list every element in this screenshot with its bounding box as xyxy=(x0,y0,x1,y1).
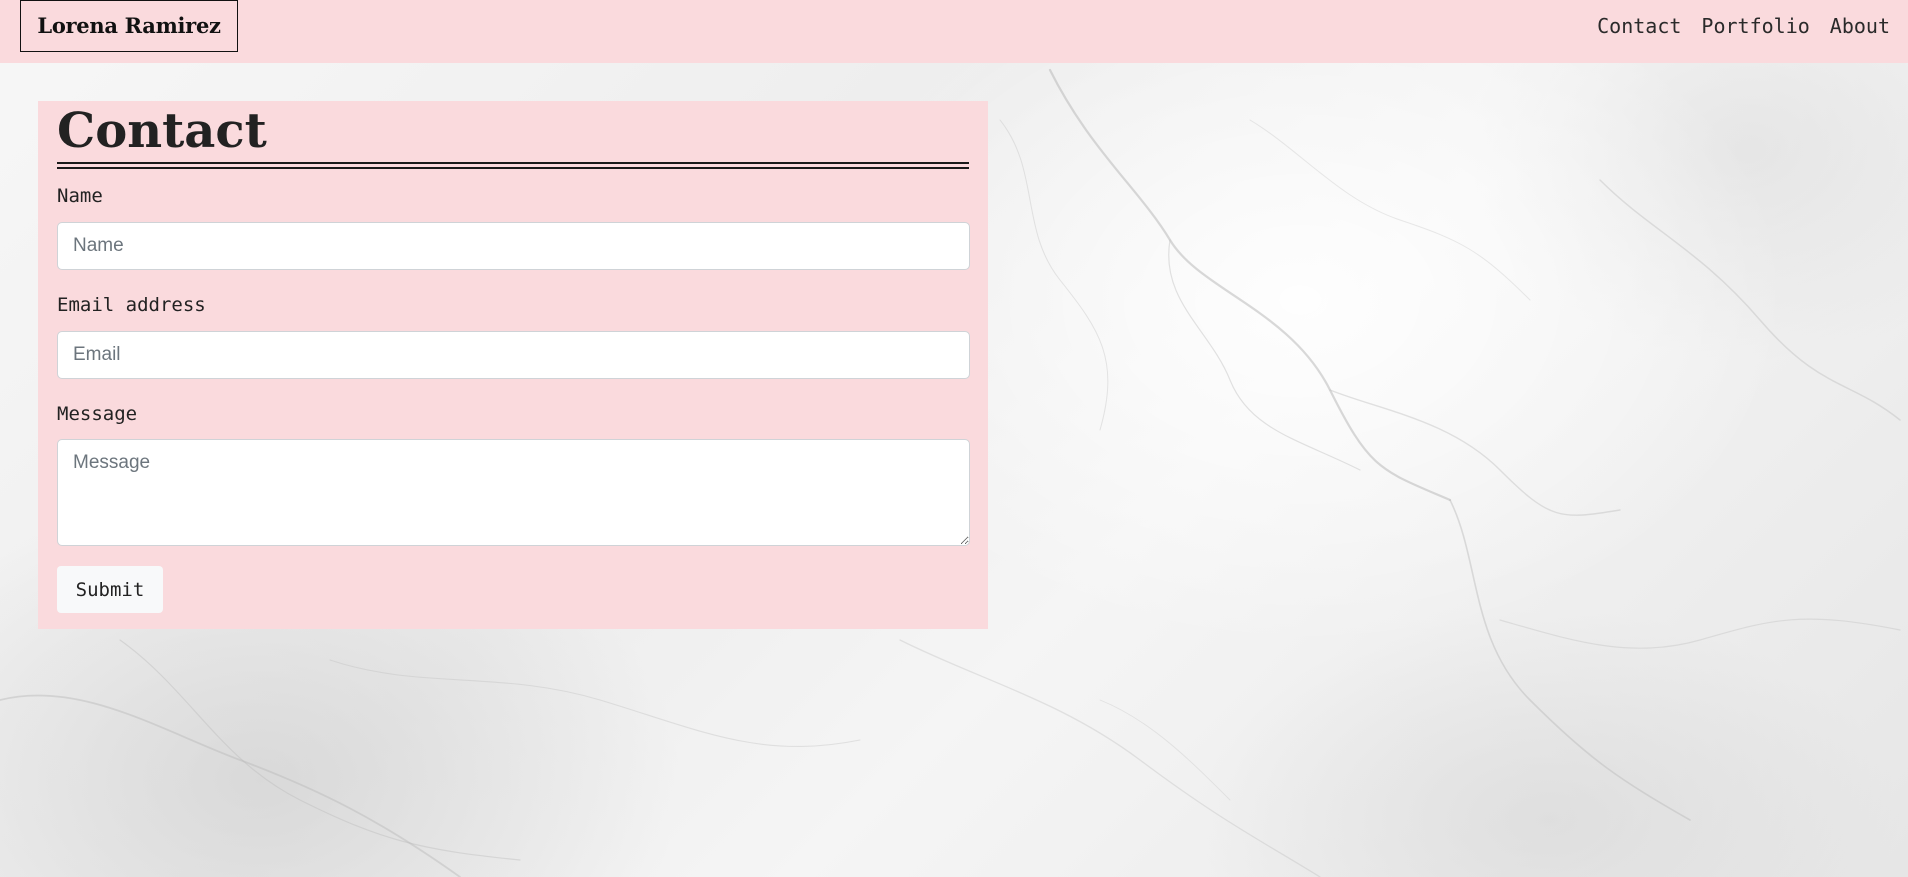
name-label: Name xyxy=(57,185,103,207)
nav-link-portfolio[interactable]: Portfolio xyxy=(1701,14,1809,38)
message-label: Message xyxy=(57,403,138,425)
nav-link-about[interactable]: About xyxy=(1830,14,1890,38)
navbar: Lorena Ramirez Contact Portfolio About xyxy=(0,0,1908,63)
page-title: Contact xyxy=(57,103,267,159)
email-label: Email address xyxy=(57,294,206,316)
contact-card: Contact Name Email address Message Submi… xyxy=(38,101,988,629)
message-field[interactable] xyxy=(57,439,970,546)
brand-logo[interactable]: Lorena Ramirez xyxy=(20,0,238,52)
email-field[interactable] xyxy=(57,331,970,379)
title-divider xyxy=(57,162,969,169)
nav-links: Contact Portfolio About xyxy=(1577,0,1890,52)
submit-button[interactable]: Submit xyxy=(57,566,163,613)
nav-link-contact[interactable]: Contact xyxy=(1597,14,1681,38)
name-field[interactable] xyxy=(57,222,970,270)
